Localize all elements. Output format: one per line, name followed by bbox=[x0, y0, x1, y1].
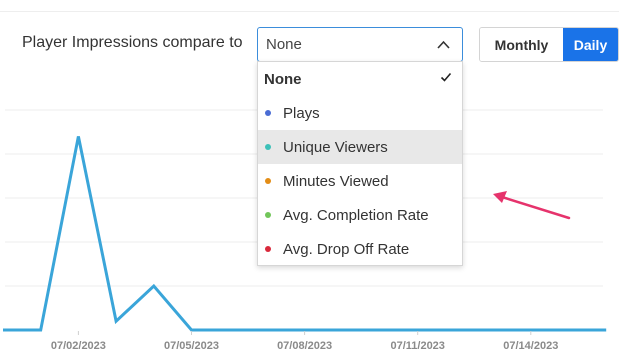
arrow-pointer-icon bbox=[493, 191, 571, 220]
